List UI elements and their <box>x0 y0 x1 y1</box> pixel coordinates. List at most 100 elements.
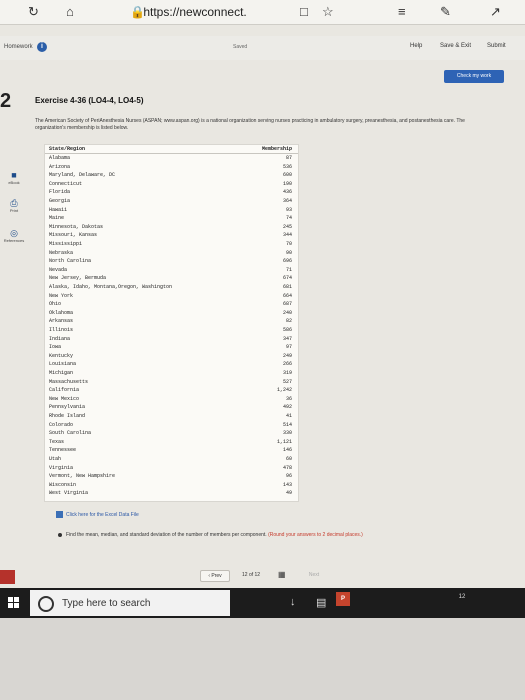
question-text: Find the mean, median, and standard devi… <box>66 532 466 539</box>
table-row-region: Hawaii <box>49 206 68 213</box>
desk-surface <box>0 618 525 700</box>
table-row-region: Nebraska <box>49 249 74 256</box>
homework-label: Homework <box>4 44 33 50</box>
table-row-membership: 319 <box>282 370 292 376</box>
table-row-region: Alaska, Idaho, Montana,Oregon, Washingto… <box>49 284 173 290</box>
table-row-membership: 190 <box>282 180 292 187</box>
check-my-work-button[interactable]: Check my work <box>444 70 504 83</box>
table-row-membership: 330 <box>282 430 292 437</box>
table-row-membership: 674 <box>282 275 292 282</box>
info-icon[interactable]: i <box>37 42 47 52</box>
table-row-membership: 240 <box>282 309 292 316</box>
print-label: Print <box>9 208 19 213</box>
table-row-region: Wisconsin <box>49 481 77 488</box>
table-row-membership: 90 <box>285 249 292 256</box>
ebook-label: eBook <box>8 180 20 185</box>
home-icon[interactable]: ⌂ <box>66 3 74 21</box>
prev-button[interactable]: ‹ Prev <box>200 570 230 582</box>
table-row-membership: 586 <box>282 327 292 333</box>
table-row-membership: 687 <box>282 301 292 308</box>
table-row-region: Massachusetts <box>49 378 89 385</box>
table-row-region: South Carolina <box>49 430 92 437</box>
table-row-membership: 249 <box>282 352 292 359</box>
table-row-membership: 60 <box>285 456 292 462</box>
table-row-membership: 347 <box>282 335 292 342</box>
table-row-membership: 97 <box>285 344 292 351</box>
table-row-membership: 527 <box>282 378 292 385</box>
question-number: 2 <box>0 90 12 112</box>
page-current: 12 <box>242 572 248 578</box>
table-row-membership: 681 <box>282 284 292 290</box>
table-row-region: Georgia <box>49 198 71 204</box>
table-row-region: Alabama <box>49 155 71 161</box>
lock-icon: 🔒 <box>130 5 145 19</box>
table-row-membership: 49 <box>285 490 292 497</box>
table-row-region: Indiana <box>49 335 71 342</box>
taskbar-search[interactable]: Type here to search <box>30 590 230 616</box>
page-of: of <box>248 572 254 578</box>
powerpoint-icon[interactable]: P <box>336 592 350 606</box>
table-row-membership: 536 <box>282 163 292 170</box>
notification-badge: 12 <box>458 594 466 600</box>
table-header: State/Region Membership <box>45 145 298 154</box>
excel-data-link[interactable]: Click here for the Excel Data File <box>66 512 139 518</box>
table-row-membership: 436 <box>282 189 292 196</box>
print-button[interactable]: ⎙ Print <box>0 198 28 213</box>
references-icon: ◎ <box>10 228 18 238</box>
save-exit-link[interactable]: Save & Exit <box>440 43 471 49</box>
table-row-region: California <box>49 387 80 394</box>
table-row-membership: 36 <box>285 395 292 402</box>
submit-link[interactable]: Submit <box>487 43 506 49</box>
task-view-icon[interactable]: ▤ <box>316 596 326 609</box>
search-placeholder: Type here to search <box>62 598 151 609</box>
references-button[interactable]: ◎ References <box>0 228 28 243</box>
table-row-region: Iowa <box>49 344 62 351</box>
table-row-region: West Virginia <box>49 490 89 497</box>
exercise-intro: The American Society of PeriAnesthesia N… <box>35 118 465 131</box>
tab-icon[interactable]: □ <box>300 3 308 21</box>
table-row-region: Florida <box>49 189 71 196</box>
header-membership: Membership <box>261 146 292 152</box>
table-row-region: Louisiana <box>49 361 77 368</box>
page-total: 12 <box>254 572 261 578</box>
refresh-icon[interactable]: ↻ <box>28 3 39 21</box>
table-row-region: Pennsylvania <box>49 404 86 411</box>
grid-icon[interactable]: ▦ <box>278 571 286 579</box>
microphone-icon[interactable]: ↓ <box>290 596 296 608</box>
ebook-button[interactable]: ■ eBook <box>0 170 28 185</box>
table-row-membership: 71 <box>285 266 292 273</box>
table-row-region: Tennessee <box>49 447 77 454</box>
help-link[interactable]: Help <box>410 43 422 49</box>
header-region: State/Region <box>49 146 86 152</box>
table-row-membership: 87 <box>285 155 292 161</box>
chevron-left-icon: ‹ <box>208 573 210 579</box>
table-row-membership: 600 <box>282 172 292 179</box>
table-row-region: Minnesota, Dakotas <box>49 223 104 230</box>
table-row-region: Colorado <box>49 421 74 428</box>
notification-icon[interactable]: 12 <box>452 594 472 610</box>
table-row-region: North Carolina <box>49 258 92 265</box>
favorites-icon[interactable]: ≡ <box>398 3 406 21</box>
table-row-membership: 1,242 <box>276 387 292 394</box>
star-icon[interactable]: ☆ <box>322 3 334 21</box>
publisher-logo <box>0 570 15 584</box>
table-row-region: New York <box>49 292 74 299</box>
table-row-region: Maryland, Delaware, DC <box>49 172 116 179</box>
table-row-membership: 93 <box>285 206 292 213</box>
table-row-region: Michigan <box>49 370 74 376</box>
table-row-membership: 696 <box>282 258 292 265</box>
table-row-membership: 146 <box>282 447 292 454</box>
table-row-membership: 143 <box>282 481 292 488</box>
table-row-membership: 492 <box>282 404 292 411</box>
search-icon <box>38 596 54 612</box>
table-row-membership: 1,121 <box>276 438 292 445</box>
exercise-title: Exercise 4-36 (LO4-4, LO4-5) <box>35 96 144 105</box>
browser-toolbar: ↻ ⌂ 🔒 https://newconnect. □ ☆ ≡ ✎ ↗ <box>0 0 525 25</box>
share-icon[interactable]: ↗ <box>490 3 501 21</box>
pen-icon[interactable]: ✎ <box>440 3 451 21</box>
question-bullet <box>58 533 62 537</box>
table-row-membership: 82 <box>285 318 292 325</box>
windows-start-icon[interactable] <box>8 597 20 609</box>
next-button[interactable]: Next <box>300 570 328 580</box>
table-row-region: Arizona <box>49 163 71 170</box>
